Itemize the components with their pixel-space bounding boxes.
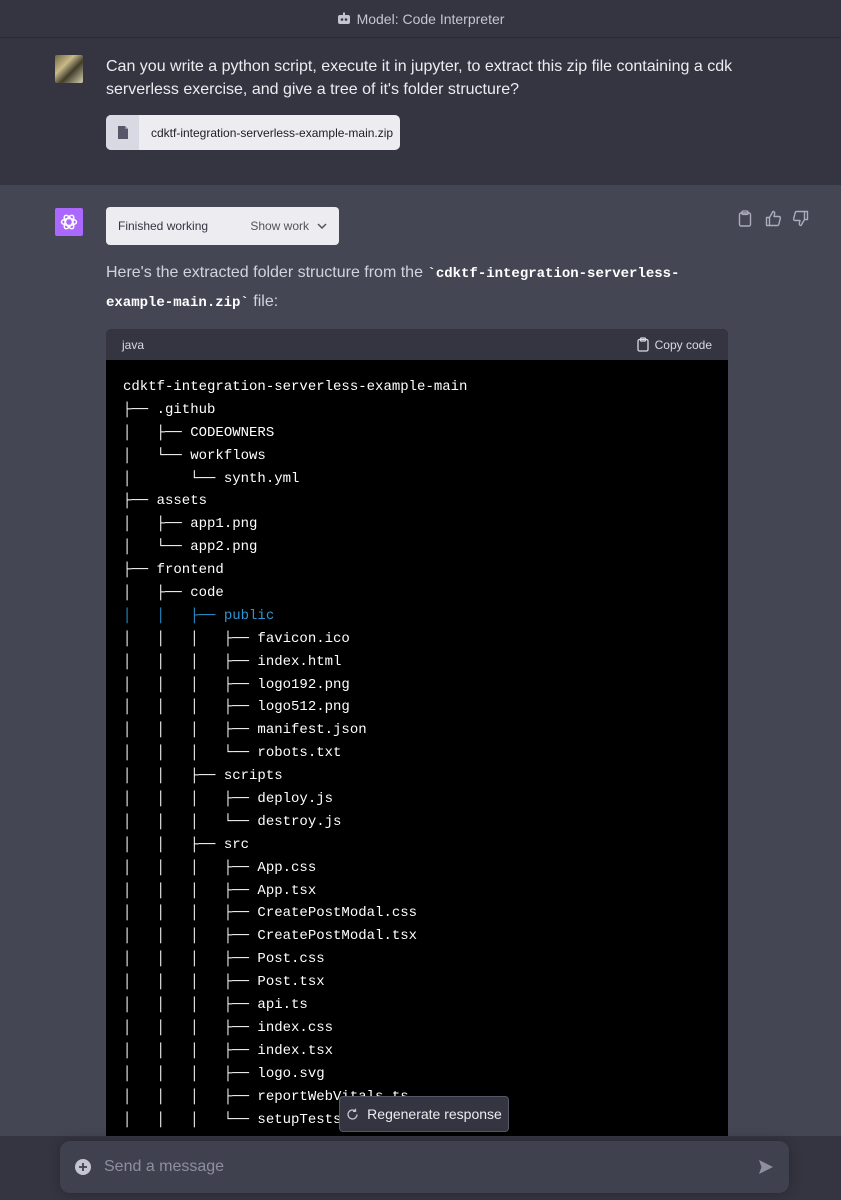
openai-logo-icon [60,214,78,230]
file-attachment[interactable]: cdktf-integration-serverless-example-mai… [106,115,400,150]
code-line: │ │ ├── public [123,607,275,624]
code-line: │ │ │ └── destroy.js [123,813,342,830]
code-line: ├── .github [123,401,216,418]
clipboard-icon [636,337,649,352]
code-line: │ │ │ ├── logo192.png [123,676,350,693]
code-block: java Copy code cdktf-integration-serverl… [106,329,728,1149]
user-message-text: Can you write a python script, execute i… [106,58,733,98]
code-line: │ │ │ ├── CreatePostModal.tsx [123,928,418,945]
send-icon[interactable] [757,1158,775,1176]
message-composer[interactable]: Send a message [60,1141,789,1193]
code-line: │ │ │ └── robots.txt [123,745,342,762]
model-icon [337,12,351,26]
work-status: Finished working [118,219,209,233]
user-avatar [55,55,83,83]
code-line: │ ├── CODEOWNERS [123,424,275,441]
regenerate-response-button[interactable]: Regenerate response [339,1096,509,1132]
refresh-icon [347,1108,358,1120]
chevron-down-icon [317,223,327,229]
code-line: │ │ │ ├── manifest.json [123,722,367,739]
code-line: cdktf-integration-serverless-example-mai… [123,379,468,395]
clipboard-icon[interactable] [738,210,755,227]
code-line: │ │ │ ├── deploy.js [123,791,334,808]
code-line: │ │ ├── scripts [123,768,283,785]
code-line: │ │ ├── src [123,836,250,853]
code-content: cdktf-integration-serverless-example-mai… [106,360,728,1131]
code-line: │ │ │ ├── index.html [123,653,342,670]
code-line: │ │ │ ├── App.css [123,859,317,876]
assistant-reply-text: Here's the extracted folder structure fr… [106,259,746,317]
code-line: │ │ │ ├── logo512.png [123,699,350,716]
code-line: │ └── app2.png [123,539,258,556]
regenerate-label: Regenerate response [367,1106,502,1122]
work-status-panel: Finished working Show work [106,207,339,245]
code-line: ├── frontend [123,562,224,579]
message-input[interactable]: Send a message [104,1158,757,1176]
code-line: │ │ │ ├── Post.css [123,951,325,968]
code-line: │ │ │ ├── Post.tsx [123,974,325,991]
plus-circle-icon[interactable] [74,1158,92,1176]
code-block-header: java Copy code [106,329,728,360]
code-language: java [122,337,145,352]
code-line: │ │ │ ├── index.tsx [123,1042,334,1059]
code-line: │ └── synth.yml [123,470,300,487]
file-icon [106,115,139,150]
reply-prefix: Here's the extracted folder structure fr… [106,264,428,281]
code-line: │ │ │ ├── CreatePostModal.css [123,905,418,922]
code-line: │ │ │ ├── favicon.ico [123,630,350,647]
model-label: Model: Code Interpreter [356,10,505,27]
code-line: │ │ │ ├── api.ts [123,997,308,1014]
thumbs-up-icon[interactable] [765,210,782,227]
code-line: ├── assets [123,493,208,510]
file-name: cdktf-integration-serverless-example-mai… [151,125,394,140]
code-line: │ ├── app1.png [123,516,258,533]
code-line: │ │ │ ├── logo.svg [123,1065,325,1082]
reply-suffix: file: [248,293,279,310]
top-bar: Model: Code Interpreter [0,0,841,38]
show-work-button[interactable]: Show work [250,219,327,233]
thumbs-down-icon[interactable] [792,210,809,227]
show-work-label: Show work [250,219,309,233]
message-actions [738,210,809,227]
code-line: │ ├── code [123,585,224,602]
code-line: │ │ │ ├── index.css [123,1019,334,1036]
copy-code-label: Copy code [654,337,712,352]
assistant-avatar [55,208,83,236]
code-line: │ └── workflows [123,447,266,464]
code-line: │ │ │ ├── App.tsx [123,882,317,899]
copy-code-button[interactable]: Copy code [636,337,712,352]
